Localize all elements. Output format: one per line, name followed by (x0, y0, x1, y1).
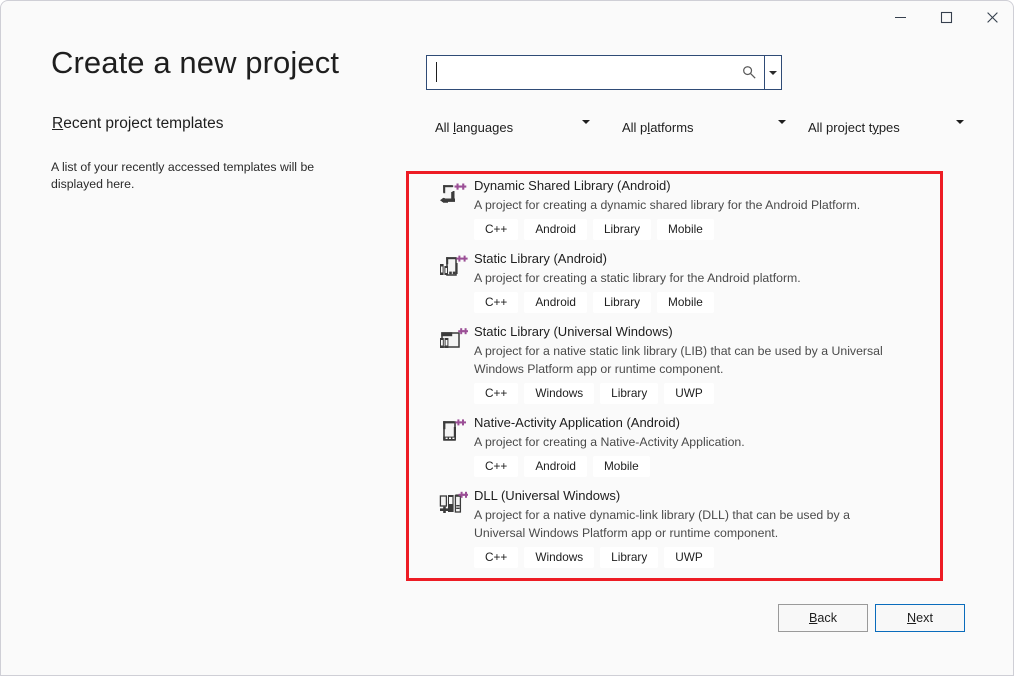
template-description: A project for creating a static library … (474, 271, 801, 285)
template-description: A project for creating a dynamic shared … (474, 198, 861, 212)
minimize-button[interactable] (877, 1, 923, 34)
tag: C++ (474, 219, 519, 240)
tag: Mobile (657, 292, 714, 313)
template-list-item[interactable]: Static Library (Universal Windows) A pro… (430, 319, 930, 408)
template-list-item[interactable]: Static Library (Android) A project for c… (430, 246, 930, 317)
close-button[interactable] (969, 1, 1013, 34)
recent-heading-rest: ecent project templates (63, 115, 224, 132)
tag: UWP (664, 547, 714, 568)
filter-all-languages[interactable]: All languages (435, 113, 595, 141)
search-dropdown-chevron-down-icon[interactable] (764, 56, 781, 89)
template-list-item[interactable]: Dynamic Shared Library (Android) A proje… (430, 173, 930, 244)
filter-platforms-label: All platforms (622, 119, 694, 135)
tag: Mobile (592, 456, 650, 477)
filter-project-types-label: All project types (808, 119, 900, 135)
recent-project-templates-heading: Recent project templates (52, 115, 223, 133)
tag: C++ (474, 292, 519, 313)
search-icon (734, 56, 764, 89)
filter-all-project-types[interactable]: All project types (808, 113, 968, 141)
template-description: A project for a native dynamic-link libr… (474, 508, 850, 540)
tag: Android (524, 219, 587, 240)
maximize-button[interactable] (923, 1, 969, 34)
filter-languages-label: All languages (435, 119, 514, 135)
left-panel: Create a new project Recent project temp… (1, 35, 401, 595)
tag: Android (524, 456, 587, 477)
create-new-project-dialog: Create a new project Recent project temp… (0, 0, 1014, 676)
tag: Library (600, 547, 659, 568)
tag: Mobile (657, 219, 714, 240)
next-button-label: Next (907, 611, 933, 625)
filter-all-platforms[interactable]: All platforms (622, 113, 786, 141)
template-description: A project for creating a Native-Activity… (474, 435, 745, 449)
tag: Library (592, 292, 652, 313)
search-input[interactable] (427, 56, 734, 89)
template-tags: C++ Android Mobile (474, 456, 930, 477)
tag: Windows (524, 383, 595, 404)
page-title: Create a new project (51, 45, 340, 80)
static-library-uwp-icon (436, 325, 469, 357)
back-button[interactable]: Back (778, 604, 868, 632)
template-name: Native-Activity Application (Android) (474, 415, 680, 430)
native-activity-application-android-icon (436, 416, 468, 448)
search-box[interactable] (426, 55, 782, 90)
tag: C++ (474, 547, 519, 568)
template-list-item[interactable]: Native-Activity Application (Android) A … (430, 410, 930, 481)
chevron-down-icon (582, 120, 590, 139)
template-description: A project for a native static link libra… (474, 344, 883, 376)
template-tags: C++ Windows Library UWP (474, 547, 930, 568)
search-text-cursor (436, 62, 437, 82)
next-button[interactable]: Next (875, 604, 965, 632)
tag: Library (592, 219, 652, 240)
chevron-down-icon (778, 120, 786, 139)
project-template-list: Dynamic Shared Library (Android) A proje… (430, 173, 930, 577)
template-name: DLL (Universal Windows) (474, 488, 621, 503)
window-titlebar (1, 1, 1013, 35)
recent-heading-mnemonic: R (52, 115, 64, 132)
tag: C++ (474, 383, 519, 404)
template-name: Dynamic Shared Library (Android) (474, 178, 671, 193)
tag: Windows (524, 547, 595, 568)
template-tags: C++ Android Library Mobile (474, 219, 930, 240)
tag: Android (524, 292, 587, 313)
template-list-item[interactable]: DLL (Universal Windows) A project for a … (430, 483, 930, 572)
template-name: Static Library (Universal Windows) (474, 324, 673, 339)
back-button-label: Back (808, 611, 837, 625)
dynamic-shared-library-android-icon (436, 179, 468, 211)
template-tags: C++ Windows Library UWP (474, 383, 930, 404)
tag: C++ (474, 456, 519, 477)
tag: Library (600, 383, 659, 404)
dll-uwp-icon (436, 489, 468, 521)
static-library-android-icon (436, 252, 468, 284)
recent-templates-description: A list of your recently accessed templat… (51, 160, 315, 191)
tag: UWP (664, 383, 714, 404)
template-tags: C++ Android Library Mobile (474, 292, 930, 313)
template-name: Static Library (Android) (474, 251, 607, 266)
chevron-down-icon (956, 120, 964, 139)
